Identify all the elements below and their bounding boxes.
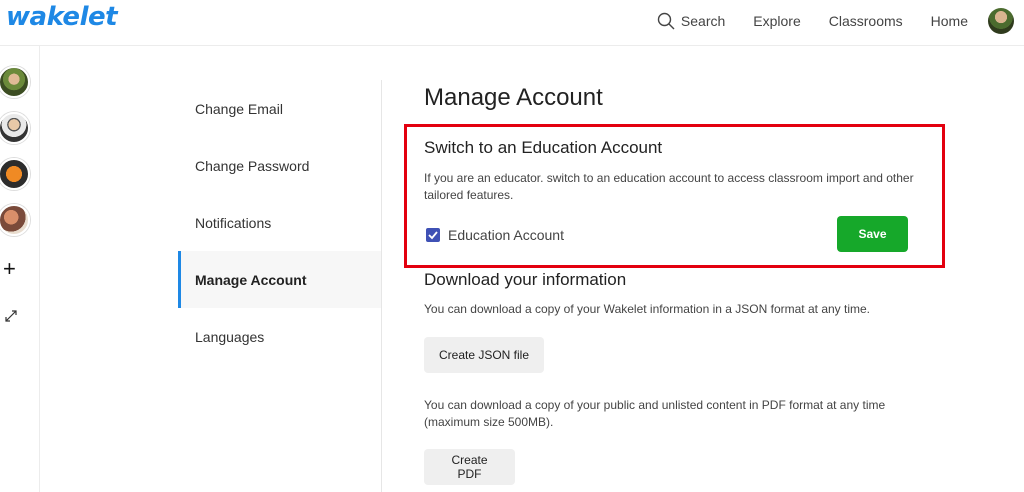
nav-classrooms[interactable]: Classrooms [829, 13, 903, 29]
user-avatar[interactable] [988, 8, 1014, 34]
space-avatar-3[interactable] [0, 158, 30, 190]
json-description: You can download a copy of your Wakelet … [424, 302, 871, 316]
download-section: Download your information [424, 270, 924, 290]
settings-menu: Change Email Change Password Notificatio… [178, 80, 382, 492]
expand-icon[interactable] [3, 308, 19, 329]
education-row: Education Account Save [424, 216, 908, 252]
pdf-description: You can download a copy of your public a… [424, 398, 886, 429]
search-link[interactable]: Search [657, 12, 725, 30]
page-title: Manage Account [424, 84, 603, 111]
education-checkbox[interactable] [426, 228, 440, 242]
menu-item-change-password[interactable]: Change Password [178, 137, 381, 194]
nav-explore[interactable]: Explore [753, 13, 800, 29]
education-description: If you are an educator. switch to an edu… [424, 171, 914, 202]
check-icon [428, 231, 438, 240]
space-avatar-2[interactable] [0, 112, 30, 144]
top-bar: wakelet Search Explore Classrooms Home [0, 0, 1024, 46]
search-icon [657, 12, 675, 30]
menu-item-change-email[interactable]: Change Email [178, 80, 381, 137]
menu-item-manage-account[interactable]: Manage Account [178, 251, 381, 308]
nav-home[interactable]: Home [931, 13, 968, 29]
download-title: Download your information [424, 270, 627, 289]
left-rail: + [0, 46, 40, 492]
wakelet-logo[interactable]: wakelet [6, 2, 118, 32]
plus-icon[interactable]: + [3, 258, 16, 280]
top-nav: Search Explore Classrooms Home [657, 0, 1024, 42]
education-title: Switch to an Education Account [424, 138, 663, 157]
create-pdf-button[interactable]: Create PDF [424, 449, 515, 485]
space-avatar-1[interactable] [0, 66, 30, 98]
education-section: Switch to an Education Account If you ar… [424, 138, 914, 204]
save-button[interactable]: Save [837, 216, 908, 252]
main-content: Manage Account [424, 84, 944, 112]
menu-item-languages[interactable]: Languages [178, 308, 381, 365]
space-avatar-4[interactable] [0, 204, 30, 236]
search-label: Search [680, 13, 726, 29]
menu-item-notifications[interactable]: Notifications [178, 194, 381, 251]
create-json-button[interactable]: Create JSON file [424, 337, 544, 373]
education-checkbox-label: Education Account [448, 227, 564, 243]
